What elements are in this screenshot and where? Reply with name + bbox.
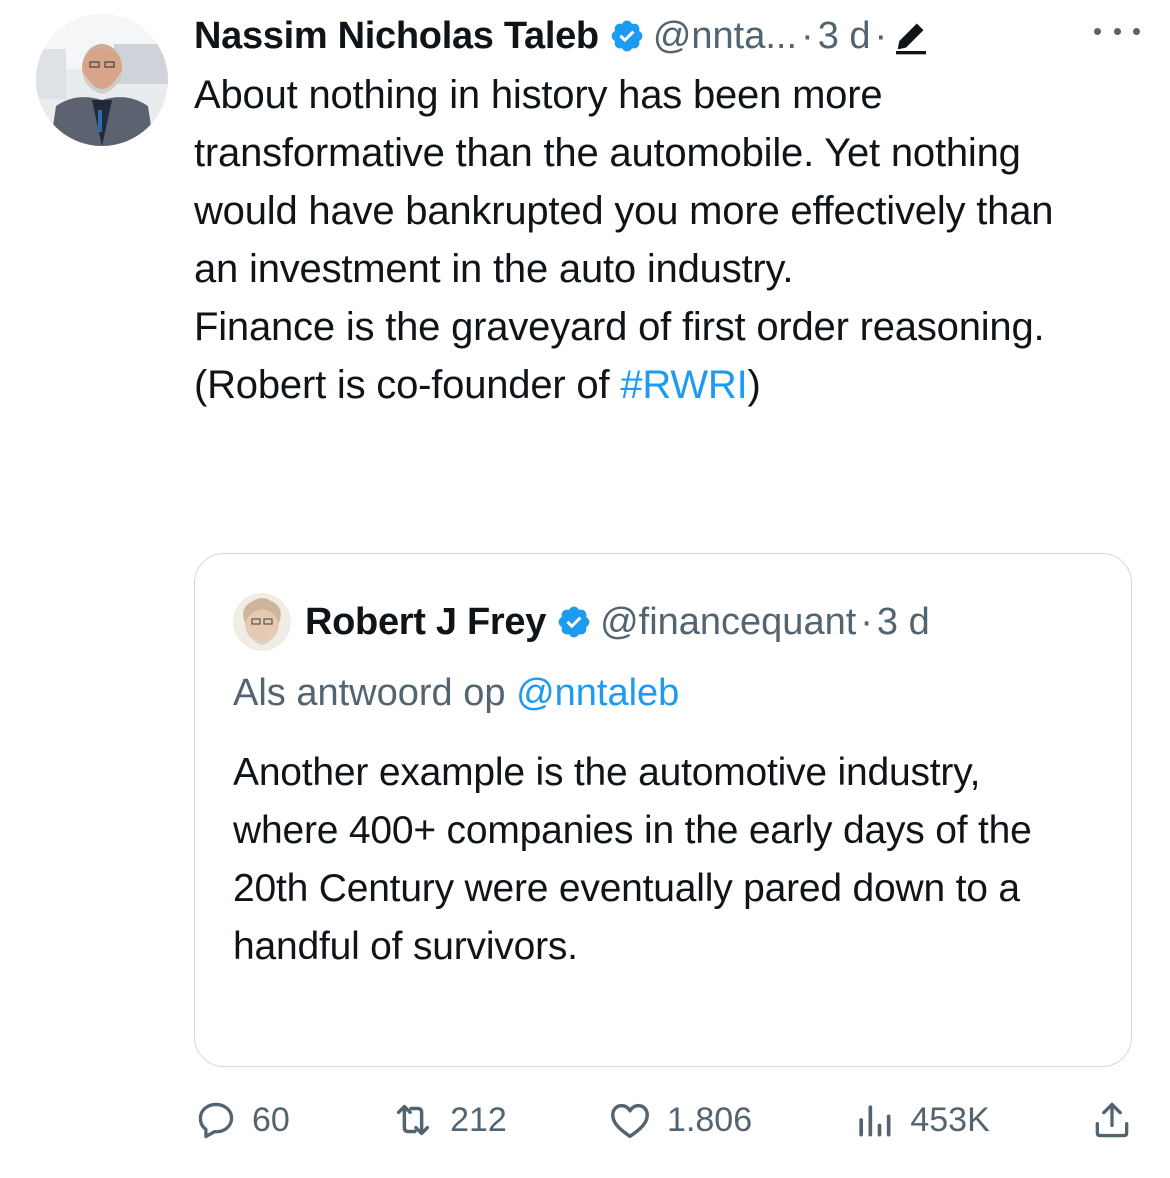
verified-badge-icon[interactable] <box>609 18 645 54</box>
retweet-icon <box>390 1097 436 1143</box>
author-name[interactable]: Nassim Nicholas Taleb <box>194 15 599 58</box>
hashtag-link[interactable]: #RWRI <box>620 363 747 407</box>
like-icon <box>607 1097 653 1143</box>
share-button[interactable] <box>1090 1098 1134 1142</box>
retweet-button[interactable]: 212 <box>390 1097 507 1143</box>
author-handle[interactable]: @nnta... <box>653 15 797 58</box>
edit-pencil-icon[interactable] <box>891 16 931 56</box>
tweet-final-suffix: ) <box>747 363 761 407</box>
like-button[interactable]: 1.806 <box>607 1097 752 1143</box>
views-button[interactable]: 453K <box>852 1098 990 1142</box>
reply-context: Als antwoord op @nntaleb <box>233 672 679 715</box>
share-icon <box>1090 1098 1134 1142</box>
retweet-count: 212 <box>450 1100 507 1139</box>
quoted-tweet[interactable]: Robert J Frey @financequant · 3 d Als an… <box>194 553 1132 1067</box>
tweet-paragraph: Finance is the graveyard of first order … <box>194 305 1045 349</box>
reply-button[interactable]: 60 <box>194 1098 290 1142</box>
quoted-tweet-time[interactable]: 3 d <box>877 601 930 644</box>
reply-icon <box>194 1098 238 1142</box>
views-icon <box>852 1098 896 1142</box>
quoted-author-name[interactable]: Robert J Frey <box>305 601 546 644</box>
tweet-time[interactable]: 3 d <box>818 15 871 58</box>
action-bar: 60 212 1.806 453K <box>194 1090 1134 1150</box>
quoted-author-handle[interactable]: @financequant <box>600 601 856 644</box>
tweet-header: Nassim Nicholas Taleb @nnta... · 3 d · <box>194 10 1146 62</box>
quoted-tweet-header: Robert J Frey @financequant · 3 d <box>233 593 930 651</box>
separator-dot: · <box>874 14 888 57</box>
tweet-paragraph: (Robert is co-founder of #RWRI) <box>194 356 1074 414</box>
separator-dot: · <box>860 600 873 643</box>
reply-count: 60 <box>252 1100 290 1139</box>
separator-dot: · <box>801 14 814 57</box>
author-avatar[interactable] <box>36 14 168 146</box>
quoted-tweet-text: Another example is the automotive indust… <box>233 751 1032 968</box>
quoted-author-avatar[interactable] <box>233 593 291 651</box>
reply-mention-link[interactable]: @nntaleb <box>516 672 679 714</box>
tweet-final-prefix: (Robert is co-founder of <box>194 363 621 407</box>
verified-badge-icon[interactable] <box>556 604 592 640</box>
like-count: 1.806 <box>667 1100 753 1139</box>
tweet-text: About nothing in history has been more t… <box>194 66 1074 414</box>
tweet-paragraph: About nothing in history has been more t… <box>194 73 1054 291</box>
more-options-icon[interactable] <box>1094 16 1140 46</box>
reply-context-label: Als antwoord op <box>233 672 517 714</box>
views-count: 453K <box>910 1100 990 1139</box>
